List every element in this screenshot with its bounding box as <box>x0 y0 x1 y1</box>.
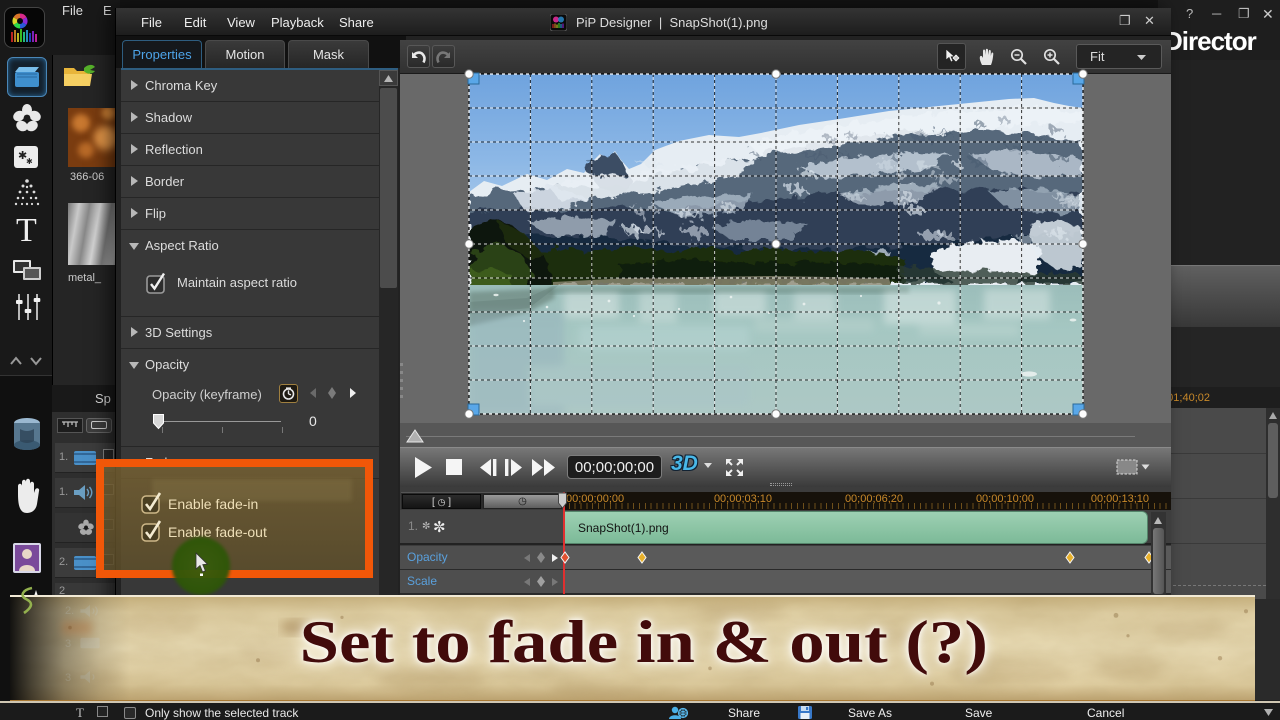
svg-text:✱: ✱ <box>26 157 33 166</box>
